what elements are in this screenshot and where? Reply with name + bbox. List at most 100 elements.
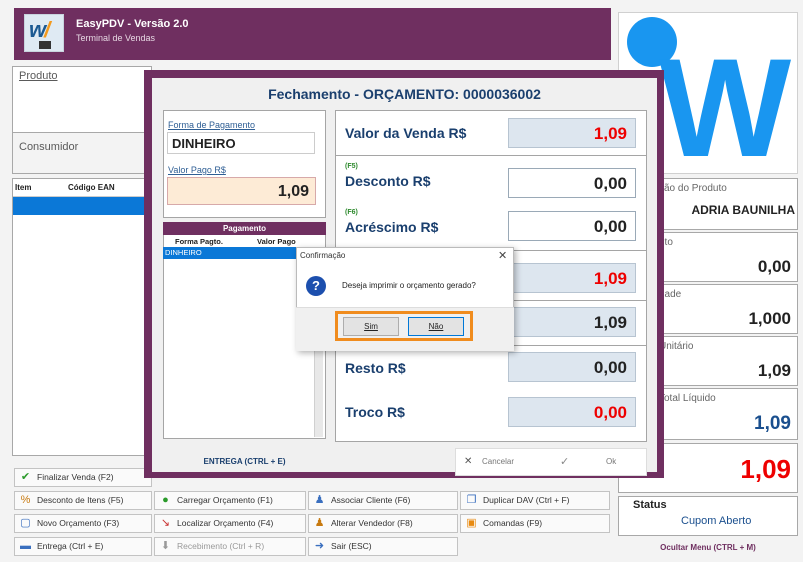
exit-icon: ➜: [314, 540, 325, 552]
duplicar-dav-button[interactable]: ❐ Duplicar DAV (Ctrl + F): [460, 491, 610, 510]
sair-button[interactable]: ➜ Sair (ESC): [308, 537, 458, 556]
consumidor-field[interactable]: Consumidor: [12, 132, 152, 174]
cancelar-button[interactable]: Cancelar: [482, 457, 514, 466]
troco-label: Troco R$: [345, 404, 405, 420]
seller-icon: ♟: [314, 517, 325, 529]
forma-pagamento-input[interactable]: DINHEIRO: [167, 132, 315, 154]
total-liquido-value: 1,09: [754, 413, 791, 434]
logo-mark: w/: [29, 17, 50, 42]
desconto-label: Desconto R$: [345, 173, 431, 189]
check-icon: ✔: [20, 471, 31, 483]
duplicate-icon: ❐: [466, 494, 477, 506]
entrega-label: Entrega (Ctrl + E): [37, 541, 104, 551]
app-title: EasyPDV - Versão 2.0: [76, 18, 189, 30]
col-ean: Código EAN: [68, 183, 115, 192]
ok-icon: ✓: [560, 456, 570, 468]
troco-value: 0,00: [508, 397, 636, 427]
total-value: 1,09: [508, 263, 636, 293]
unitario-value: 1,09: [757, 361, 791, 380]
entrega-modal-button[interactable]: ENTREGA (CTRL + E): [163, 448, 326, 476]
modal-actions: ✕ Cancelar ✓ Ok: [455, 448, 647, 476]
col-valor: Valor Pago: [257, 237, 296, 246]
desconto-itens-label: Desconto de Itens (F5): [37, 495, 124, 505]
new-doc-icon: ▢: [20, 517, 31, 529]
desconto-value: 0,00: [757, 257, 791, 276]
sair-label: Sair (ESC): [331, 541, 372, 551]
items-table-header: Item Código EAN: [13, 179, 151, 197]
entrega-button[interactable]: ▬ Entrega (Ctrl + E): [14, 537, 152, 556]
produto-label: Produto: [19, 70, 58, 82]
monitor-icon: [39, 41, 51, 49]
alterar-label: Alterar Vendedor (F8): [331, 518, 413, 528]
load-icon: ●: [162, 494, 169, 506]
carregar-label: Carregar Orçamento (F1): [177, 495, 273, 505]
discount-icon: %: [20, 494, 31, 506]
resto-label: Resto R$: [345, 360, 406, 376]
brand-logo-letter: W: [659, 29, 791, 186]
col-item: Item: [15, 183, 32, 192]
cancel-icon: ✕: [464, 456, 473, 467]
valor-venda-label: Valor da Venda R$: [345, 125, 467, 141]
divider: [336, 155, 646, 156]
acrescimo-shortcut: (F6): [345, 209, 358, 216]
desconto-input[interactable]: 0,00: [508, 168, 636, 198]
produto-desc-label: ção do Produto: [659, 183, 727, 194]
carregar-orcamento-button[interactable]: ● Carregar Orçamento (F1): [154, 491, 306, 510]
localizar-orcamento-button[interactable]: ↘ Localizar Orçamento (F4): [154, 514, 306, 533]
finalizar-venda-button[interactable]: ✔ Finalizar Venda (F2): [14, 468, 152, 487]
status-value: Cupom Aberto: [681, 515, 752, 527]
comandas-label: Comandas (F9): [483, 518, 543, 528]
close-icon[interactable]: ✕: [498, 249, 507, 262]
recebimento-label: Recebimento (Ctrl + R): [177, 541, 265, 551]
resto-value: 0,00: [508, 352, 636, 382]
localizar-label: Localizar Orçamento (F4): [177, 518, 274, 528]
delivery-icon: ▬: [20, 540, 31, 552]
novo-label: Novo Orçamento (F3): [37, 518, 120, 528]
unitario-label: Unitário: [659, 341, 694, 352]
status-label: Status: [633, 499, 667, 511]
valor-venda-value: 1,09: [508, 118, 636, 148]
total-liquido-label: Total Líquido: [659, 393, 716, 404]
search-icon: ↘: [160, 517, 171, 529]
app-logo: w/: [24, 14, 64, 52]
produto-field[interactable]: Produto: [12, 66, 152, 134]
alterar-vendedor-button[interactable]: ♟ Alterar Vendedor (F8): [308, 514, 458, 533]
items-table[interactable]: Item Código EAN: [12, 178, 152, 456]
recebimento-button[interactable]: ⬇ Recebimento (Ctrl + R): [154, 537, 306, 556]
confirm-title: Confirmação: [300, 251, 346, 260]
client-icon: ♟: [314, 494, 325, 506]
nao-button[interactable]: Não: [408, 317, 464, 336]
modal-title: Fechamento - ORÇAMENTO: 0000036002: [268, 86, 541, 102]
comandas-button[interactable]: ▣ Comandas (F9): [460, 514, 610, 533]
duplicar-label: Duplicar DAV (Ctrl + F): [483, 495, 570, 505]
associar-label: Associar Cliente (F6): [331, 495, 411, 505]
pagamento-header: Pagamento: [163, 222, 326, 235]
orders-icon: ▣: [466, 517, 477, 529]
associar-cliente-button[interactable]: ♟ Associar Cliente (F6): [308, 491, 458, 510]
confirm-message: Deseja imprimir o orçamento gerado?: [342, 281, 476, 290]
consumidor-label: Consumidor: [19, 141, 79, 153]
novo-orcamento-button[interactable]: ▢ Novo Orçamento (F3): [14, 514, 152, 533]
valor-pago-input[interactable]: 1,09: [167, 177, 316, 205]
status-box: Status Cupom Aberto: [618, 496, 798, 536]
ocultar-menu-link[interactable]: Ocultar Menu (CTRL + M): [618, 543, 798, 552]
pag-row-forma: DINHEIRO: [165, 248, 202, 257]
pago-value: 1,09: [508, 307, 636, 337]
col-forma: Forma Pagto.: [175, 237, 223, 246]
question-icon: ?: [306, 276, 326, 296]
app-subtitle: Terminal de Vendas: [76, 33, 156, 43]
ok-button[interactable]: Ok: [606, 457, 616, 466]
valor-pago-label: Valor Pago R$: [168, 165, 226, 175]
table-row[interactable]: [13, 197, 151, 215]
pagamento-columns: Forma Pagto. Valor Pago: [163, 235, 326, 247]
forma-label: Forma de Pagamento: [168, 120, 256, 130]
produto-desc-value: ADRIA BAUNILHA: [691, 203, 795, 217]
pagamento-row[interactable]: DINHEIRO 1: [163, 247, 303, 259]
quantidade-value: 1,000: [748, 309, 791, 328]
sim-button[interactable]: Sim: [343, 317, 399, 336]
acrescimo-input[interactable]: 0,00: [508, 211, 636, 241]
desconto-itens-button[interactable]: % Desconto de Itens (F5): [14, 491, 152, 510]
total-value: 1,09: [740, 454, 791, 484]
desconto-shortcut: (F5): [345, 163, 358, 170]
download-icon: ⬇: [160, 540, 171, 552]
